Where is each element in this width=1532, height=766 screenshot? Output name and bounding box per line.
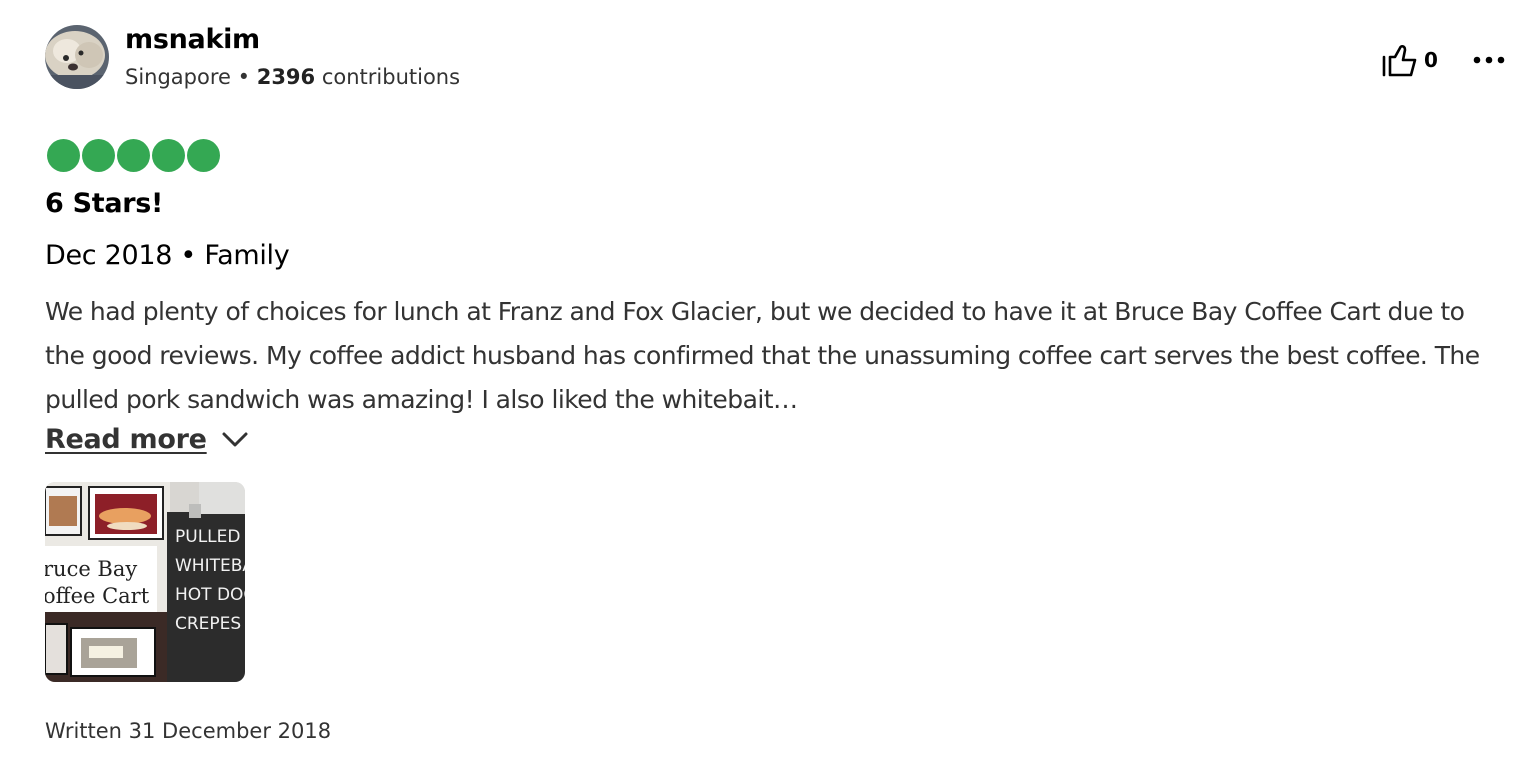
rating-bubble xyxy=(47,139,80,172)
helpful-vote-button[interactable]: 0 xyxy=(1382,43,1438,77)
reviewer-name[interactable]: msnakim xyxy=(125,24,260,55)
dog-avatar-image xyxy=(45,25,109,89)
photo-sign-line-1: ruce Bay xyxy=(45,557,137,581)
read-more-button[interactable]: Read more xyxy=(45,424,249,455)
photo-menu-item: HOT DOG xyxy=(175,585,245,605)
reviewer-location: Singapore xyxy=(125,65,231,89)
rating-bubble xyxy=(82,139,115,172)
thumbs-up-icon xyxy=(1382,44,1417,77)
helpful-count: 0 xyxy=(1424,48,1438,72)
reviewer-meta: Singapore • 2396 contributions xyxy=(125,65,460,89)
rating-bubble xyxy=(187,139,220,172)
read-more-label: Read more xyxy=(45,424,207,455)
meta-separator: • xyxy=(230,65,257,89)
photo-menu-item: WHITEBA xyxy=(175,556,245,576)
review-text: We had plenty of choices for lunch at Fr… xyxy=(45,297,1480,414)
review-title: 6 Stars! xyxy=(45,188,164,219)
trip-info: Dec 2018 • Family xyxy=(45,240,290,271)
reviewer-avatar[interactable] xyxy=(45,25,109,89)
photo-sign-line-2: offee Cart xyxy=(45,584,150,608)
contributions-label: contributions xyxy=(315,65,461,89)
coffee-cart-photo: ruce Bay offee Cart PULLED P WHITEBA HOT D… xyxy=(45,482,245,682)
chevron-down-icon xyxy=(222,432,248,446)
rating-bubble xyxy=(152,139,185,172)
photo-menu-item: CREPES xyxy=(175,614,241,634)
photo-menu-item: PULLED P xyxy=(175,527,245,547)
rating-bubble xyxy=(117,139,150,172)
rating-bubbles xyxy=(47,139,220,172)
more-options-icon[interactable] xyxy=(1470,48,1508,72)
dots-glyph xyxy=(1473,56,1505,64)
contributions-count: 2396 xyxy=(256,65,316,89)
written-date: Written 31 December 2018 xyxy=(45,719,332,743)
review-photo[interactable]: ruce Bay offee Cart PULLED P WHITEBA HOT D… xyxy=(45,482,245,682)
